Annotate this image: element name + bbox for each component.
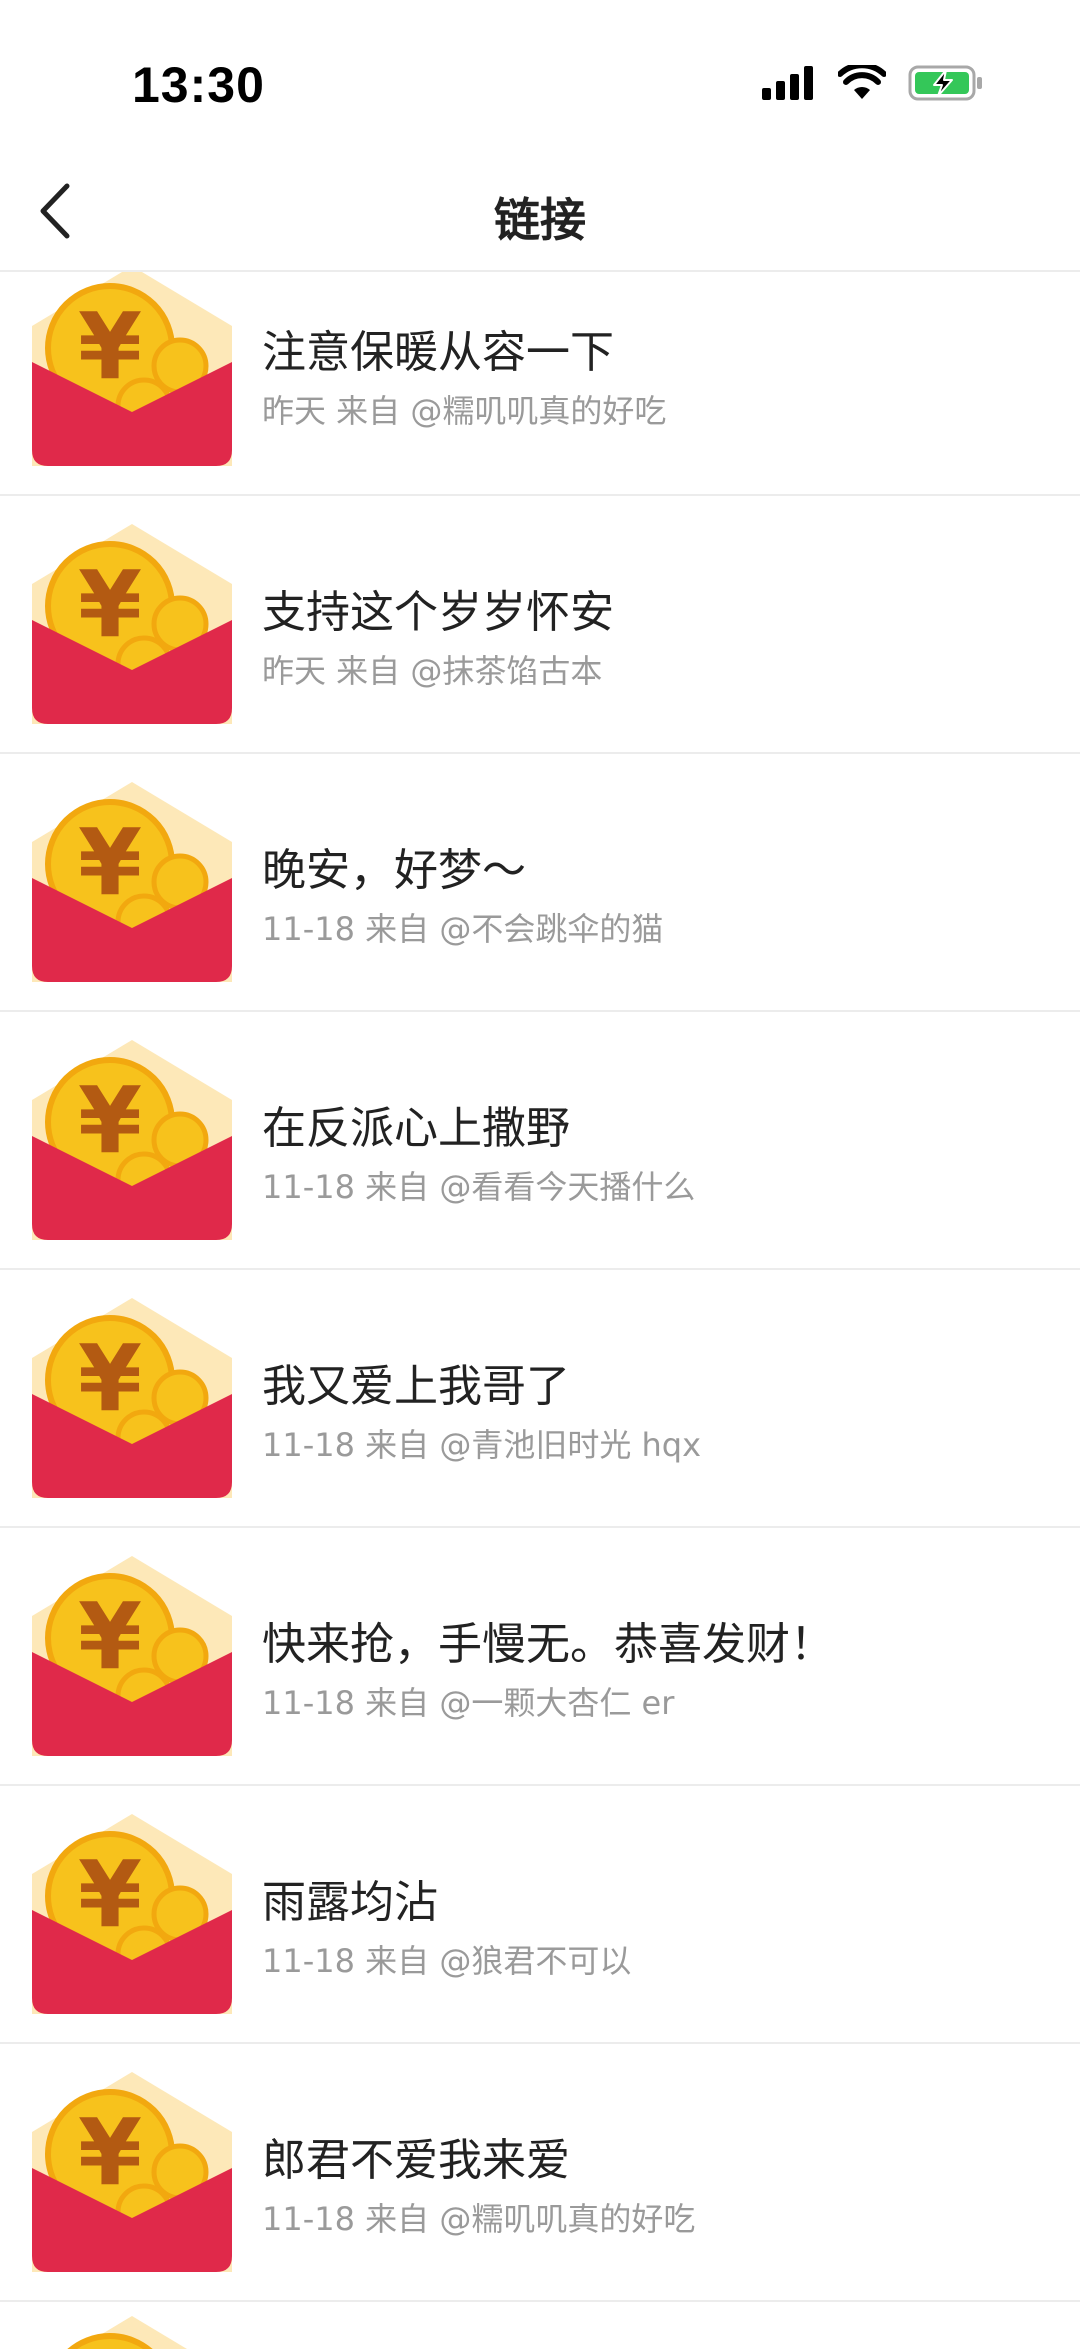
battery-charging-icon: [908, 64, 984, 106]
list-item-partial[interactable]: [0, 2302, 1080, 2349]
list-item[interactable]: ¥ 注意保暖从容一下 昨天 来自 @糯叽叽真的好吃: [0, 272, 1080, 496]
item-title: 支持这个岁岁怀安: [262, 587, 614, 638]
item-meta: 11-18 来自 @看看今天播什么: [262, 1168, 696, 1206]
red-envelope-icon: ¥: [32, 782, 232, 982]
list-item[interactable]: ¥ 我又爱上我哥了 11-18 来自 @青池旧时光 hqx: [0, 1270, 1080, 1528]
red-envelope-icon: [32, 2316, 232, 2349]
list-item[interactable]: ¥ 郎君不爱我来爱 11-18 来自 @糯叽叽真的好吃: [0, 2044, 1080, 2302]
list-item[interactable]: ¥ 雨露均沾 11-18 来自 @狼君不可以: [0, 1786, 1080, 2044]
item-title: 郎君不爱我来爱: [262, 2135, 570, 2186]
red-envelope-icon: ¥: [32, 272, 232, 466]
item-meta: 11-18 来自 @青池旧时光 hqx: [262, 1426, 702, 1464]
item-meta: 11-18 来自 @糯叽叽真的好吃: [262, 2200, 696, 2238]
list-item[interactable]: ¥ 快来抢，手慢无。恭喜发财！ 11-18 来自 @一颗大杏仁 er: [0, 1528, 1080, 1786]
item-title: 雨露均沾: [262, 1877, 438, 1928]
list-item[interactable]: ¥ 支持这个岁岁怀安 昨天 来自 @抹茶馅古本: [0, 496, 1080, 754]
item-title: 晚安，好梦～: [262, 845, 526, 896]
item-meta: 昨天 来自 @抹茶馅古本: [262, 652, 603, 690]
list-item[interactable]: ¥ 晚安，好梦～ 11-18 来自 @不会跳伞的猫: [0, 754, 1080, 1012]
item-meta: 昨天 来自 @糯叽叽真的好吃: [262, 392, 667, 430]
red-envelope-icon: ¥: [32, 1298, 232, 1498]
item-title: 在反派心上撒野: [262, 1103, 570, 1154]
red-envelope-icon: ¥: [32, 1040, 232, 1240]
red-envelope-icon: ¥: [32, 2072, 232, 2272]
item-meta: 11-18 来自 @不会跳伞的猫: [262, 910, 664, 948]
item-meta: 11-18 来自 @狼君不可以: [262, 1942, 632, 1980]
wifi-icon: [837, 62, 887, 105]
red-envelope-icon: ¥: [32, 1556, 232, 1756]
link-list: ¥ 注意保暖从容一下 昨天 来自 @糯叽叽真的好吃 ¥ 支持这个岁岁怀安 昨天 …: [0, 272, 1080, 2349]
red-envelope-icon: ¥: [32, 524, 232, 724]
item-meta: 11-18 来自 @一颗大杏仁 er: [262, 1684, 675, 1722]
red-envelope-icon: ¥: [32, 1814, 232, 2014]
status-bar: 13:30: [0, 0, 1080, 160]
status-time: 13:30: [132, 57, 265, 113]
list-item[interactable]: ¥ 在反派心上撒野 11-18 来自 @看看今天播什么: [0, 1012, 1080, 1270]
item-title: 我又爱上我哥了: [262, 1361, 570, 1412]
item-title: 快来抢，手慢无。恭喜发财！: [262, 1619, 834, 1670]
status-icons: [762, 62, 984, 106]
page-title: 链接: [494, 193, 586, 247]
navigation-bar: 链接: [0, 160, 1080, 272]
item-title: 注意保暖从容一下: [262, 327, 614, 378]
cellular-signal-icon: [762, 66, 816, 104]
